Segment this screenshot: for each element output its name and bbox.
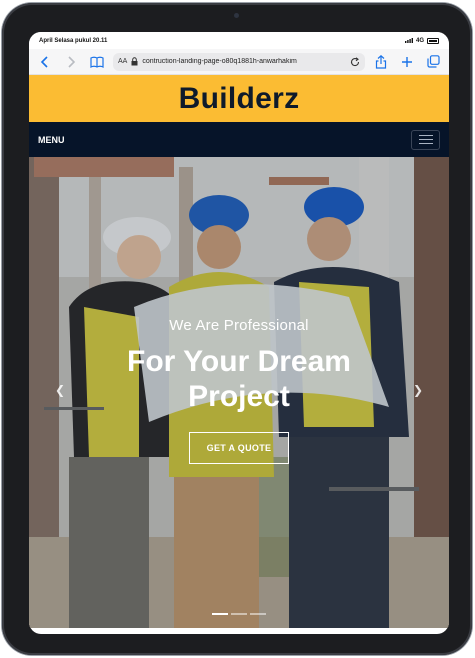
status-time: April Selasa pukul 20.11 bbox=[39, 37, 108, 44]
carousel-indicators bbox=[29, 613, 449, 615]
share-icon bbox=[375, 54, 387, 69]
chevron-right-icon bbox=[68, 55, 76, 68]
browser-toolbar: AA contruction-landing-page-o80q1881h-an… bbox=[29, 49, 449, 75]
hero-caption: We Are Professional For Your Dream Proje… bbox=[29, 317, 449, 464]
url-text[interactable]: contruction-landing-page-o80q1881h-anwar… bbox=[142, 58, 346, 65]
menu-label: MENU bbox=[38, 134, 65, 145]
status-bar: April Selasa pukul 20.11 4G bbox=[29, 32, 449, 49]
new-tab-button[interactable] bbox=[397, 52, 417, 72]
forward-button[interactable] bbox=[61, 52, 81, 72]
carousel-indicator-1[interactable] bbox=[212, 613, 228, 615]
share-button[interactable] bbox=[371, 52, 391, 72]
network-type: 4G bbox=[415, 37, 424, 44]
hero-subtitle: We Are Professional bbox=[169, 317, 309, 334]
tablet-frame: April Selasa pukul 20.11 4G AA contructi… bbox=[2, 3, 472, 655]
site-logo[interactable]: Builderz bbox=[179, 82, 300, 116]
front-camera bbox=[234, 13, 239, 18]
tabs-button[interactable] bbox=[423, 52, 443, 72]
site-navbar: MENU bbox=[29, 122, 449, 157]
tablet-screen: April Selasa pukul 20.11 4G AA contructi… bbox=[29, 32, 449, 634]
text-size-button[interactable]: AA bbox=[118, 58, 127, 65]
chevron-left-icon bbox=[40, 55, 48, 68]
status-indicators: 4G bbox=[404, 37, 439, 44]
address-bar[interactable]: AA contruction-landing-page-o80q1881h-an… bbox=[113, 52, 365, 71]
plus-icon bbox=[402, 56, 412, 67]
brand-header: Builderz bbox=[29, 75, 449, 122]
get-a-quote-button[interactable]: GET A QUOTE bbox=[188, 432, 290, 464]
carousel-indicator-2[interactable] bbox=[231, 613, 247, 615]
carousel-indicator-3[interactable] bbox=[250, 613, 266, 615]
back-button[interactable] bbox=[35, 52, 55, 72]
bookmarks-button[interactable] bbox=[87, 52, 107, 72]
hero-title: For Your Dream Project bbox=[127, 345, 351, 413]
hamburger-menu-button[interactable] bbox=[411, 129, 440, 150]
reload-icon[interactable] bbox=[350, 56, 360, 67]
book-icon bbox=[90, 56, 104, 68]
hamburger-icon bbox=[418, 135, 433, 136]
signal-icon bbox=[404, 38, 413, 43]
tabs-icon bbox=[426, 55, 440, 68]
battery-icon bbox=[427, 37, 439, 44]
lock-icon bbox=[131, 57, 138, 66]
hero-carousel: ❮ ❯ We Are Professional For Your Dream P… bbox=[29, 157, 449, 628]
